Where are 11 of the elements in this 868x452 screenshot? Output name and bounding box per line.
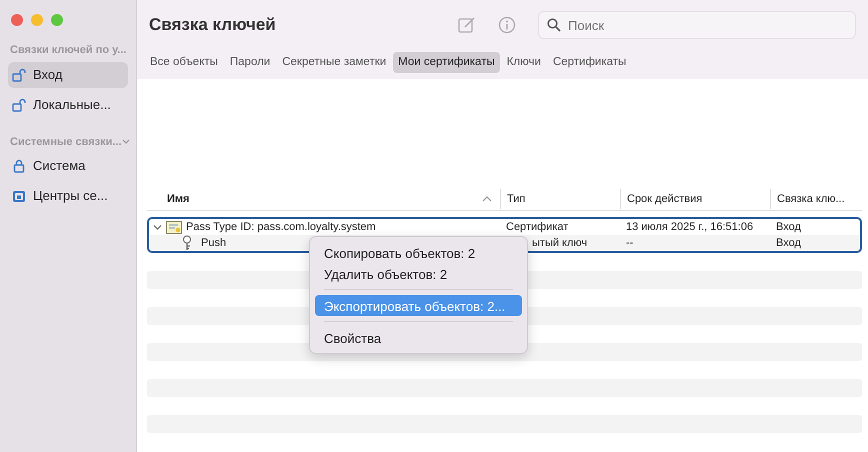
section-heading: Системные связки...	[10, 134, 122, 150]
table-cell-text: Pass Type ID: pass.com.loyalty.system	[186, 220, 376, 235]
window-title: Связка ключей	[149, 14, 276, 36]
table-cell-text: Push	[201, 236, 226, 251]
table-cell-text: ытый ключ	[532, 236, 588, 251]
table-cell-text: --	[626, 236, 634, 251]
table-cell-text: Сертификат	[506, 220, 568, 235]
section-heading: Связки ключей по у...	[10, 43, 126, 58]
table-cell-text: 13 июля 2025 г., 16:51:06	[626, 220, 754, 235]
table-cell-text: Вход	[776, 236, 801, 251]
table-cell-text: Вход	[776, 220, 801, 235]
